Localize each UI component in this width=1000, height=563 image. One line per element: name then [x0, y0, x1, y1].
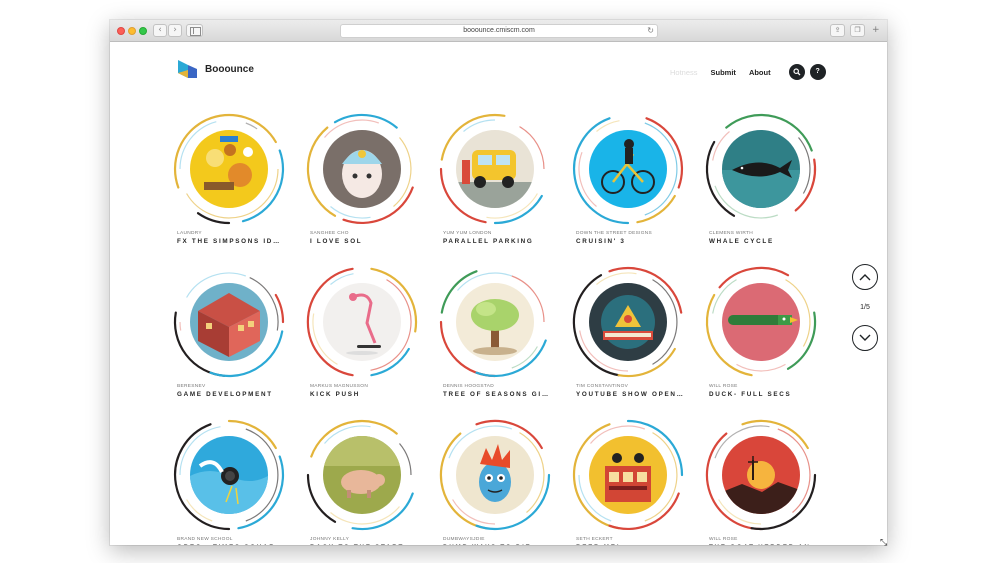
page-down-button[interactable] — [852, 325, 878, 351]
forward-icon[interactable]: › — [168, 24, 182, 37]
card-author: CLEMENS WIRTH — [709, 231, 754, 236]
card-title[interactable]: KICK PUSH — [310, 391, 360, 398]
video-card[interactable]: WILL ROSE THE GOAT HERDER AN… — [702, 416, 832, 545]
card-author: BRAND NEW SCHOOL — [177, 537, 233, 542]
thumbnail-image[interactable] — [190, 436, 268, 514]
browser-window: ‹ › booounce.cmiscm.com ↻ ⇪ ❐ + Booounce… — [110, 20, 887, 545]
card-author: SETH ECKERT — [576, 537, 613, 542]
minimize-window-button[interactable] — [128, 27, 136, 35]
thumbnail-image[interactable] — [323, 283, 401, 361]
page-content: Booounce Hotness Submit About ? LAUNDRY F… — [110, 42, 887, 545]
card-author: DENNIS HOOGSTAD — [443, 384, 495, 389]
sidebar-icon[interactable] — [186, 24, 203, 37]
video-card[interactable]: BRAND NEW SCHOOL OREO - TIMES SQUAR… — [170, 416, 300, 545]
card-title[interactable]: DUCK- FULL SECS — [709, 391, 791, 398]
video-card[interactable]: SETH ECKERT BEER ME! — [569, 416, 699, 545]
reload-icon[interactable]: ↻ — [647, 25, 654, 37]
pager: 1/5 — [850, 264, 880, 351]
card-author: DUMBWAYSJDIE — [443, 537, 485, 542]
tabs-icon[interactable]: ❐ — [850, 24, 865, 37]
card-title[interactable]: DUMB WAYS TO DIE — [443, 544, 531, 545]
video-card[interactable]: LAUNDRY FX THE SIMPSONS ID… — [170, 110, 300, 250]
thumbnail-image[interactable] — [589, 130, 667, 208]
back-icon[interactable]: ‹ — [153, 24, 167, 37]
page-indicator: 1/5 — [860, 304, 870, 311]
zoom-window-button[interactable] — [139, 27, 147, 35]
top-nav: Hotness Submit About ? — [670, 64, 826, 80]
browser-toolbar: ‹ › booounce.cmiscm.com ↻ ⇪ ❐ + — [110, 20, 887, 42]
card-author: WILL ROSE — [709, 537, 738, 542]
thumbnail-image[interactable] — [323, 436, 401, 514]
card-title[interactable]: PARALLEL PARKING — [443, 238, 534, 245]
search-icon — [793, 68, 801, 76]
card-title[interactable]: YOUTUBE SHOW OPEN… — [576, 391, 685, 398]
video-card[interactable]: DUMBWAYSJDIE DUMB WAYS TO DIE — [436, 416, 566, 545]
card-title[interactable]: CRUISIN' 3 — [576, 238, 626, 245]
chevron-down-icon — [859, 334, 871, 341]
thumbnail-image[interactable] — [190, 130, 268, 208]
card-title[interactable]: GAME DEVELOPMENT — [177, 391, 273, 398]
site-logo[interactable]: Booounce — [176, 58, 254, 80]
thumbnail-image[interactable] — [589, 436, 667, 514]
address-bar[interactable]: booounce.cmiscm.com ↻ — [340, 24, 658, 38]
video-card[interactable]: CLEMENS WIRTH WHALE CYCLE — [702, 110, 832, 250]
video-card[interactable]: SANGHEE CHO I LOVE SOL — [303, 110, 433, 250]
thumbnail-image[interactable] — [589, 283, 667, 361]
nav-hotness[interactable]: Hotness — [670, 68, 698, 77]
card-author: MARKUS MAGNUSSON — [310, 384, 369, 389]
card-author: JOHNNY KELLY — [310, 537, 350, 542]
close-window-button[interactable] — [117, 27, 125, 35]
card-title[interactable]: FX THE SIMPSONS ID… — [177, 238, 281, 245]
thumbnail-image[interactable] — [722, 436, 800, 514]
brand-name: Booounce — [205, 63, 254, 75]
video-card[interactable]: MARKUS MAGNUSSON KICK PUSH — [303, 263, 433, 403]
search-button[interactable] — [788, 64, 805, 80]
card-title[interactable]: BEER ME! — [576, 544, 620, 545]
video-card[interactable]: DOWN THE STREET DESIGNS CRUISIN' 3 — [569, 110, 699, 250]
card-author: YUM YUM LONDON — [443, 231, 492, 236]
card-author: SANGHEE CHO — [310, 231, 349, 236]
video-card[interactable]: BERESNEV GAME DEVELOPMENT — [170, 263, 300, 403]
card-author: BERESNEV — [177, 384, 206, 389]
new-tab-icon[interactable]: + — [872, 24, 884, 37]
nav-submit[interactable]: Submit — [711, 68, 736, 77]
video-card[interactable]: WILL ROSE DUCK- FULL SECS — [702, 263, 832, 403]
card-title[interactable]: I LOVE SOL — [310, 238, 362, 245]
thumbnail-image[interactable] — [323, 130, 401, 208]
card-title[interactable]: TREE OF SEASONS GI… — [443, 391, 550, 398]
booounce-logo-icon — [178, 60, 197, 78]
thumbnail-image[interactable] — [456, 130, 534, 208]
chevron-up-icon — [859, 274, 871, 281]
thumbnail-image[interactable] — [456, 436, 534, 514]
card-title[interactable]: BACK TO THE START — [310, 544, 404, 545]
card-author: WILL ROSE — [709, 384, 738, 389]
card-title[interactable]: OREO - TIMES SQUAR… — [177, 544, 283, 545]
share-icon[interactable]: ⇪ — [830, 24, 845, 37]
help-button[interactable]: ? — [809, 64, 826, 80]
nav-about[interactable]: About — [749, 68, 771, 77]
card-author: LAUNDRY — [177, 231, 202, 236]
thumbnail-image[interactable] — [456, 283, 534, 361]
url-text: booounce.cmiscm.com — [463, 27, 535, 34]
resize-icon[interactable]: ⤡ — [880, 538, 887, 548]
thumbnail-image[interactable] — [722, 130, 800, 208]
video-card[interactable]: DENNIS HOOGSTAD TREE OF SEASONS GI… — [436, 263, 566, 403]
thumbnail-image[interactable] — [722, 283, 800, 361]
video-card[interactable]: JOHNNY KELLY BACK TO THE START — [303, 416, 433, 545]
card-author: DOWN THE STREET DESIGNS — [576, 231, 653, 236]
video-card[interactable]: YUM YUM LONDON PARALLEL PARKING — [436, 110, 566, 250]
card-title[interactable]: WHALE CYCLE — [709, 238, 774, 245]
video-card[interactable]: TIM CONSTANTINOV YOUTUBE SHOW OPEN… — [569, 263, 699, 403]
page-up-button[interactable] — [852, 264, 878, 290]
card-title[interactable]: THE GOAT HERDER AN… — [709, 544, 819, 545]
card-author: TIM CONSTANTINOV — [576, 384, 629, 389]
thumbnail-image[interactable] — [190, 283, 268, 361]
